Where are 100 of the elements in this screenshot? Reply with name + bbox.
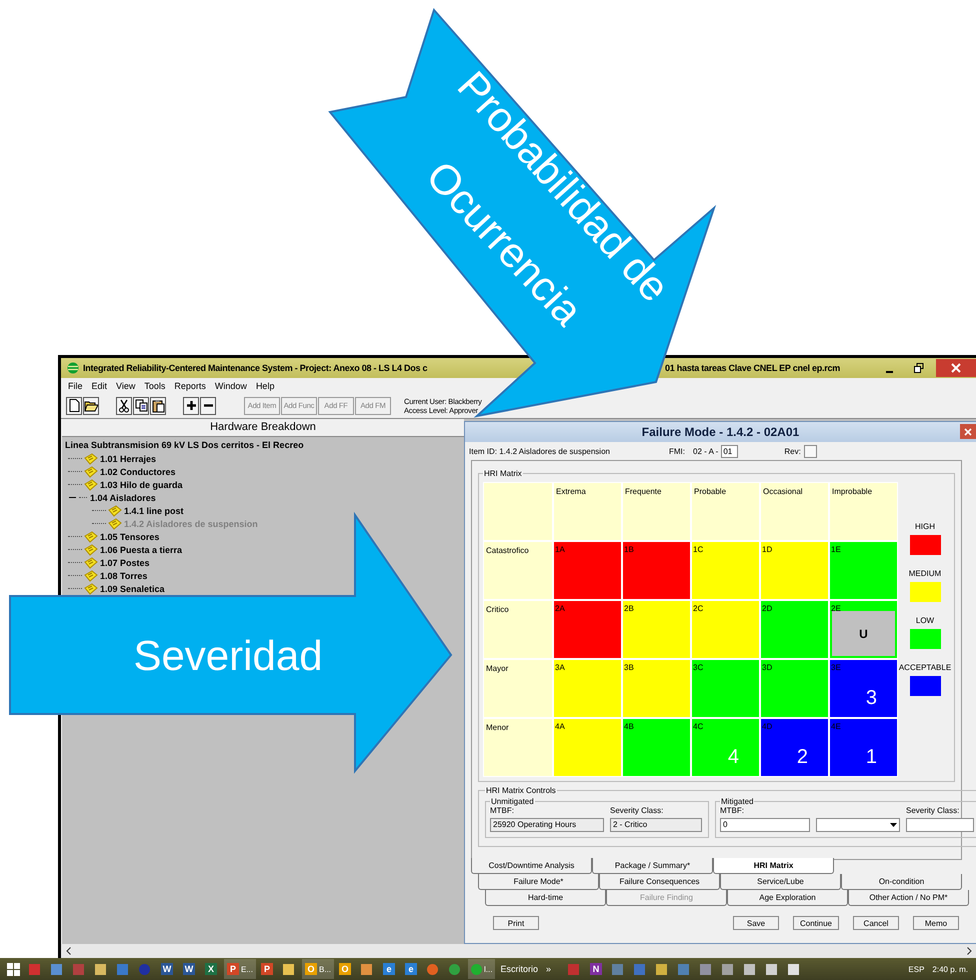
rev-field[interactable] <box>804 444 817 458</box>
toolbar-button[interactable] <box>83 396 99 414</box>
tab[interactable]: HRI Matrix <box>713 858 834 874</box>
matrix-cell[interactable]: 2B <box>623 601 690 658</box>
dialog-button[interactable]: Print <box>493 916 539 930</box>
fmi-field[interactable]: 01 <box>721 444 738 458</box>
tab[interactable]: Cost/Downtime Analysis <box>471 858 592 874</box>
severity-field[interactable]: 2 - Critico <box>610 818 702 832</box>
matrix-cell[interactable]: 2E U <box>830 601 897 658</box>
tab[interactable]: Other Action / No PM* <box>848 890 969 906</box>
clipboard-icon <box>152 398 164 412</box>
taskbar-button[interactable]: N <box>587 959 607 979</box>
menu-item[interactable]: Help <box>256 380 274 390</box>
tree-item[interactable]: 1.03 Hilo de guarda <box>100 480 183 490</box>
tree-item[interactable]: 1.01 Herrajes <box>100 454 156 464</box>
menu-item[interactable]: Tools <box>144 380 166 390</box>
mtbf-field[interactable]: 0 <box>720 818 810 832</box>
toolbar-button[interactable] <box>133 396 149 414</box>
cell-number: 2 <box>796 746 808 768</box>
note-icon <box>84 556 98 568</box>
taskbar-button[interactable]: X <box>202 959 222 979</box>
menu-item[interactable]: Reports <box>174 380 206 390</box>
matrix-cell[interactable]: 2C <box>692 601 759 658</box>
matrix-cell[interactable]: 1B <box>623 542 690 599</box>
tab[interactable]: Age Exploration <box>727 890 848 906</box>
legend-label: ACCEPTABLE <box>898 663 952 672</box>
matrix-cell[interactable]: 4C 4 <box>692 719 759 776</box>
dialog-button[interactable]: Save <box>733 916 779 930</box>
tree-item[interactable]: 1.04 Aisladores <box>90 492 156 502</box>
toolbar-button[interactable] <box>66 396 82 414</box>
taskbar-button[interactable]: P <box>258 959 278 979</box>
matrix-cell[interactable]: 1E <box>830 542 897 599</box>
scissors-icon <box>119 398 129 412</box>
restore-icon <box>914 363 924 373</box>
toolbar-button[interactable] <box>183 396 199 414</box>
tab[interactable]: Service/Lube <box>720 874 841 890</box>
dialog-button[interactable]: Continue <box>793 916 839 930</box>
toolbar-button[interactable] <box>116 396 132 414</box>
matrix-cell[interactable]: 3A <box>554 660 621 717</box>
mtbf-field[interactable]: 25920 Operating Hours <box>490 818 604 832</box>
matrix-cell[interactable]: 4E 1 <box>830 719 897 776</box>
dropdown-caret-icon <box>890 823 897 827</box>
language-indicator[interactable]: ESP <box>908 964 924 974</box>
tree-root[interactable]: Linea Subtransmision 69 kV LS Dos cerritos - El Recreo <box>65 439 461 452</box>
legend-label: HIGH <box>915 522 935 531</box>
tab[interactable]: On-condition <box>841 874 962 890</box>
taskbar-button[interactable]: Escritorio <box>497 959 541 979</box>
toolbar-button[interactable] <box>150 396 166 414</box>
taskbar-button[interactable]: W <box>158 959 178 979</box>
group-title: HRI Matrix <box>483 469 523 478</box>
menu-item[interactable]: File <box>68 380 83 390</box>
menu-item[interactable]: Edit <box>92 380 108 390</box>
tab[interactable]: Failure Consequences <box>599 874 720 890</box>
tree-item[interactable]: 1.02 Conductores <box>100 466 176 476</box>
taskbar-button[interactable]: e <box>380 959 400 979</box>
matrix-cell[interactable]: 4A <box>554 719 621 776</box>
group-title: Mitigated <box>720 797 754 806</box>
close-button[interactable] <box>936 359 976 377</box>
severity-field[interactable] <box>906 818 974 832</box>
close-button[interactable] <box>960 424 976 439</box>
matrix-cell[interactable]: 1D <box>761 542 828 599</box>
matrix-cell[interactable]: 1A <box>554 542 621 599</box>
tree-item[interactable]: 1.08 Torres <box>100 570 148 580</box>
unit-dropdown[interactable] <box>816 818 900 832</box>
taskbar-button[interactable]: P E... <box>224 959 256 979</box>
dialog-button[interactable]: Memo <box>913 916 959 930</box>
matrix-cell[interactable]: 4B <box>623 719 690 776</box>
menu-item[interactable]: View <box>116 380 136 390</box>
note-icon <box>84 466 98 478</box>
taskbar-button[interactable]: e <box>402 959 422 979</box>
tree-item[interactable]: 1.06 Puesta a tierra <box>100 544 182 554</box>
tab[interactable]: Hard-time <box>485 890 606 906</box>
matrix-cell[interactable]: 3E 3 <box>830 660 897 717</box>
matrix-cell[interactable]: 3D <box>761 660 828 717</box>
matrix-cell[interactable]: 2D <box>761 601 828 658</box>
tab[interactable]: Failure Mode* <box>478 874 599 890</box>
toolbar-button[interactable] <box>200 396 216 414</box>
tree-item[interactable]: 1.09 Senaletica <box>100 584 165 594</box>
cell-code: 3E <box>831 663 841 672</box>
fmi-prefix: 02 - A - <box>693 446 718 456</box>
matrix-cell[interactable]: 4D 2 <box>761 719 828 776</box>
tree-item[interactable]: 1.4.1 line post <box>124 506 184 516</box>
matrix-cell[interactable]: 3C <box>692 660 759 717</box>
column-header: Probable <box>692 483 759 540</box>
taskbar-button[interactable]: » <box>543 959 563 979</box>
tab[interactable]: Package / Summary* <box>592 858 713 874</box>
plus-icon <box>186 400 196 411</box>
cell-code: 2B <box>624 604 634 613</box>
taskbar-button[interactable]: O B... <box>302 959 334 979</box>
tree-item[interactable]: 1.07 Postes <box>100 558 150 568</box>
matrix-cell[interactable]: 1C <box>692 542 759 599</box>
matrix-cell[interactable]: 2A <box>554 601 621 658</box>
taskbar-button[interactable]: W <box>180 959 200 979</box>
clock[interactable]: 2:40 p. m. <box>932 964 968 974</box>
matrix-cell[interactable]: 3B <box>623 660 690 717</box>
dialog-button[interactable]: Cancel <box>853 916 899 930</box>
taskbar-button[interactable]: l... <box>468 959 496 979</box>
tree-item[interactable]: 1.05 Tensores <box>100 532 160 542</box>
fmi-label: FMI: <box>669 446 685 456</box>
menu-item[interactable]: Window <box>214 380 247 390</box>
